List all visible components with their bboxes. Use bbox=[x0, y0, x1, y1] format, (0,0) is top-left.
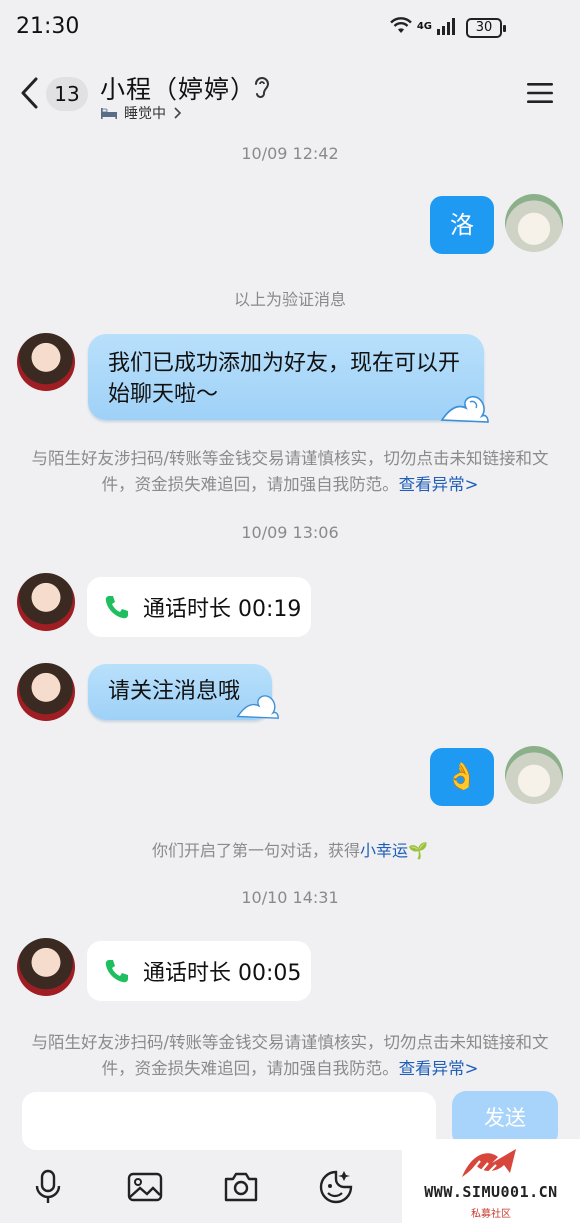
my-avatar[interactable] bbox=[505, 194, 563, 252]
luck-link[interactable]: 小幸运 bbox=[360, 841, 408, 860]
verification-note: 以上为验证消息 bbox=[233, 290, 346, 309]
message-input[interactable] bbox=[22, 1092, 436, 1150]
ear-icon[interactable] bbox=[252, 74, 272, 100]
friend-message-text: 请关注消息哦 bbox=[108, 679, 241, 704]
my-avatar[interactable] bbox=[505, 746, 563, 804]
timestamp: 10/09 13:06 bbox=[241, 523, 339, 542]
bed-icon bbox=[101, 108, 117, 119]
call-duration-text: 通话时长 00:05 bbox=[143, 961, 302, 986]
presence-label: 睡觉中 bbox=[124, 106, 166, 122]
safety-warning: 与陌生好友涉扫码/转账等金钱交易请谨慎核实，切勿点击未知链接和文件，资金损失难追… bbox=[20, 446, 560, 498]
friend-avatar[interactable] bbox=[17, 938, 75, 996]
watermark-site: WWW.SIMU001.CN bbox=[424, 1183, 558, 1201]
friend-avatar[interactable] bbox=[17, 573, 75, 631]
unread-count-badge[interactable]: 13 bbox=[46, 77, 88, 111]
chat-title[interactable]: 小程（婷婷） bbox=[100, 70, 256, 106]
sticker-icon[interactable] bbox=[316, 1167, 356, 1207]
status-bar: 21:30 4G 30 bbox=[0, 0, 580, 60]
phone-icon bbox=[105, 596, 128, 619]
menu-icon[interactable] bbox=[526, 81, 554, 105]
call-record-bubble[interactable]: 通话时长 00:05 bbox=[87, 941, 311, 1001]
logo-icon bbox=[462, 1149, 516, 1177]
friend-message-text: 我们已成功添加为好友，现在可以开始聊天啦～ bbox=[108, 351, 461, 407]
camera-icon[interactable] bbox=[221, 1167, 261, 1207]
view-anomaly-link[interactable]: 查看异常> bbox=[399, 1059, 479, 1078]
luck-note: 你们开启了第一句对话，获得小幸运🌱 bbox=[0, 837, 580, 861]
status-time: 21:30 bbox=[16, 14, 80, 39]
call-record-bubble[interactable]: 通话时长 00:19 bbox=[87, 577, 311, 637]
call-duration-text: 通话时长 00:19 bbox=[143, 597, 302, 622]
wave-decoration-icon bbox=[440, 395, 489, 423]
network-type: 4G bbox=[416, 20, 432, 32]
friend-avatar[interactable] bbox=[17, 663, 75, 721]
microphone-icon[interactable] bbox=[28, 1167, 68, 1207]
wave-decoration-icon bbox=[236, 695, 279, 719]
chevron-right-icon bbox=[174, 107, 182, 119]
luck-note-text: 你们开启了第一句对话，获得 bbox=[152, 841, 361, 860]
watermark-subtitle: 私募社区 bbox=[471, 1209, 511, 1220]
presence-status[interactable]: 睡觉中 bbox=[100, 103, 182, 123]
timestamp: 10/09 12:42 bbox=[241, 144, 339, 163]
timestamp: 10/10 14:31 bbox=[241, 888, 339, 907]
image-icon[interactable] bbox=[125, 1167, 165, 1207]
my-message-bubble[interactable]: 洛 bbox=[430, 196, 494, 254]
site-watermark: WWW.SIMU001.CN 私募社区 bbox=[402, 1139, 580, 1223]
chat-header: 13 小程（婷婷） 睡觉中 bbox=[0, 60, 580, 130]
battery-indicator: 30 bbox=[466, 18, 506, 38]
wifi-icon bbox=[389, 17, 412, 33]
sprout-icon: 🌱 bbox=[408, 841, 428, 860]
friend-avatar[interactable] bbox=[17, 333, 75, 391]
phone-icon bbox=[105, 960, 128, 983]
back-arrow-icon[interactable] bbox=[18, 76, 42, 110]
signal-icon bbox=[437, 18, 455, 35]
view-anomaly-link[interactable]: 查看异常> bbox=[399, 475, 479, 494]
safety-warning: 与陌生好友涉扫码/转账等金钱交易请谨慎核实，切勿点击未知链接和文件，资金损失难追… bbox=[20, 1030, 560, 1082]
friend-message-bubble[interactable]: 我们已成功添加为好友，现在可以开始聊天啦～ bbox=[88, 334, 484, 420]
my-message-bubble[interactable]: 👌 bbox=[430, 748, 494, 806]
network-indicators: 4G bbox=[389, 17, 458, 35]
